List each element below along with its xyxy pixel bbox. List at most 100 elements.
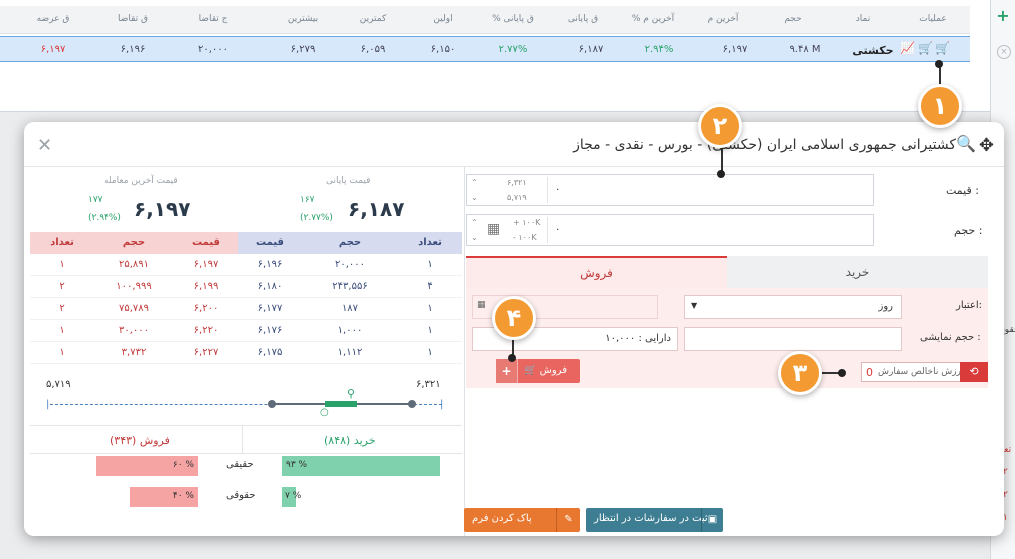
legal-buy-bar: ۷ % [282,487,301,507]
col-header-close[interactable]: ق پایانی [548,14,618,24]
price-max-hint[interactable]: ۶,۳۲۱ [507,178,527,187]
callout-3-dot [838,369,846,377]
real-label: حقیقی [226,459,254,470]
ob-buy-count: ۱ [427,325,433,336]
ob-buy-price[interactable]: ۶,۱۹۶ [238,259,302,270]
buy-cart-icon[interactable]: 🛒 [935,41,950,55]
range-high: ۶,۳۲۱ [416,379,441,390]
col-header-first[interactable]: اولین [408,14,478,24]
ob-sell-price[interactable]: ۶,۲۲۰ [174,325,238,336]
close-price: ۶,۱۸۷ [348,197,405,221]
display-volume-input[interactable] [684,327,902,351]
ob-sell-price[interactable]: ۶,۲۰۰ [174,303,238,314]
sell-count-label: فروش (۳۴۳) [110,434,170,447]
row-high: ۶,۲۷۹ [290,44,316,55]
range-left-tick: | [46,399,50,410]
calculator-icon[interactable]: ▦ [487,221,500,237]
search-icon[interactable]: 🔍 [956,134,976,153]
watchlist-header: عملیات نماد حجم آخرین م % آخرین م ق پایا… [0,6,970,34]
ob-buy-price[interactable]: ۶,۱۷۵ [238,347,302,358]
ob-buy-count: ۴ [427,281,433,292]
row-last-pct: ۲.۹۴% [644,44,674,55]
row-first: ۶,۱۵۰ [430,44,456,55]
move-icon[interactable]: ✥ [979,135,994,156]
col-header-actions[interactable]: عملیات [898,14,968,24]
last-trade-price: ۶,۱۹۷ [134,197,191,221]
volume-input[interactable]: ⌃ ⌄ ▦ + ۱۰۰K - ۱۰۰K ۰ [466,214,874,246]
net-value: 0 [866,366,873,379]
ob-buy-volume: ۱۸۷ [341,303,359,314]
callout-1: ۱ [918,84,962,128]
ob-buy-count: ۱ [427,347,433,358]
ob-buy-price[interactable]: ۶,۱۸۰ [238,281,302,292]
order-book-row[interactable]: ۲ ۱۰۰,۹۹۹ ۶,۱۹۹ ۶,۱۸۰ ۲۴۳,۵۵۶ ۴ [30,276,462,298]
ob-sell-price[interactable]: ۶,۱۹۹ [174,281,238,292]
volume-plus-hint[interactable]: + ۱۰۰K [513,218,540,227]
order-book-row[interactable]: ۱ ۲۵,۸۹۱ ۶,۱۹۷ ۶,۱۹۶ ۲۰,۰۰۰ ۱ [30,254,462,276]
legal-label: حقوقی [226,490,256,501]
ob-sell-price[interactable]: ۶,۱۹۷ [174,259,238,270]
range-high-dot [408,400,416,408]
legal-sell-bar: ۴۰ % [130,487,198,507]
reset-icon[interactable]: ⟲ [960,362,988,382]
col-header-last-pct[interactable]: % آخرین م [618,14,688,24]
col-header-bid[interactable]: ق تقاضا [98,14,168,24]
ob-sell-price[interactable]: ۶,۲۲۷ [174,347,238,358]
price-down-icon[interactable]: ⌄ [471,193,478,202]
col-header-close-pct[interactable]: % ق پایانی [478,14,548,24]
calendar-icon[interactable]: ▦ [477,300,486,310]
sell-cart-icon[interactable]: 🛒 [918,41,933,55]
col-header-bid-vol[interactable]: ج تقاضا [178,14,248,24]
row-volume: ۹.۴۸ M [789,44,821,55]
clear-form-button[interactable]: پاک کردن فرم ✎ [464,508,580,532]
callout-4-dot [508,354,516,362]
row-symbol[interactable]: حکشتی [838,44,908,57]
price-min-hint[interactable]: ۵,۷۱۹ [507,193,527,202]
col-header-high[interactable]: بیشترین [268,14,338,24]
volume-down-icon[interactable]: ⌄ [471,233,478,242]
close-price-label: قیمت پایانی [326,176,371,186]
price-input[interactable]: ⌃ ⌄ ۶,۳۲۱ ۵,۷۱۹ ۰ [466,174,874,206]
buy-count-label: خرید (۸۴۸) [324,434,376,447]
ob-header-sell-volume: حجم [94,232,174,254]
row-low: ۶,۰۵۹ [360,44,386,55]
tab-buy[interactable]: خرید [727,256,988,288]
price-up-icon[interactable]: ⌃ [471,178,478,187]
order-book-row[interactable]: ۲ ۷۵,۷۸۹ ۶,۲۰۰ ۶,۱۷۷ ۱۸۷ ۱ [30,298,462,320]
close-icon[interactable]: ✕ [37,135,52,156]
asset-value: دارایی : ۱۰,۰۰۰ [605,333,671,344]
row-close: ۶,۱۸۷ [578,44,604,55]
plus-icon[interactable]: + [496,359,518,383]
col-header-low[interactable]: کمترین [338,14,408,24]
col-header-last[interactable]: آخرین م [688,14,758,24]
col-header-symbol[interactable]: نماد [828,14,898,24]
volume-minus-hint[interactable]: - ۱۰۰K [513,233,537,242]
add-to-pending-button[interactable]: ثبت در سفارشات در انتظار ▣ [586,508,723,532]
tab-sell[interactable]: فروش [466,256,727,288]
display-volume-label: حجم نمایشی : [920,332,981,343]
close-change: ۱۶۷ [300,195,315,205]
col-header-ask[interactable]: ق عرضه [18,14,88,24]
col-header-volume[interactable]: حجم [758,14,828,24]
credit-select[interactable]: روز ▼ [684,295,902,319]
order-book-row[interactable]: ۱ ۳,۷۳۲ ۶,۲۲۷ ۶,۱۷۵ ۱,۱۱۲ ۱ [30,342,462,364]
range-right-tick: | [440,399,444,410]
ob-buy-price[interactable]: ۶,۱۷۶ [238,325,302,336]
order-book-row[interactable]: ۱ ۳۰,۰۰۰ ۶,۲۲۰ ۶,۱۷۶ ۱,۰۰۰ ۱ [30,320,462,342]
volume-box-divider [547,217,548,243]
range-pin-icon: ⚲ [347,387,356,400]
close-circle-icon[interactable]: × [997,45,1011,59]
save-icon: ▣ [701,508,723,532]
clear-button-label: پاک کردن فرم [472,513,532,524]
watchlist-panel: عملیات نماد حجم آخرین م % آخرین م ق پایا… [0,0,990,112]
row-ask: ۶,۱۹۷ [40,44,66,55]
last-trade-label: قیمت آخرین معامله [104,176,178,186]
volume-up-icon[interactable]: ⌃ [471,218,478,227]
add-icon[interactable]: + [993,6,1013,26]
sell-button[interactable]: + 🛒 فروش [496,359,580,383]
ob-buy-volume: ۲۴۳,۵۵۶ [332,281,368,292]
ob-buy-price[interactable]: ۶,۱۷۷ [238,303,302,314]
table-row[interactable]: 🛒 🛒 📈 حکشتی ۹.۴۸ M ۶,۱۹۷ ۲.۹۴% ۶,۱۸۷ ۲.۷… [0,36,970,62]
ob-header-buy-price: قیمت [238,232,302,254]
ob-header-buy-count: تعداد [398,232,462,254]
